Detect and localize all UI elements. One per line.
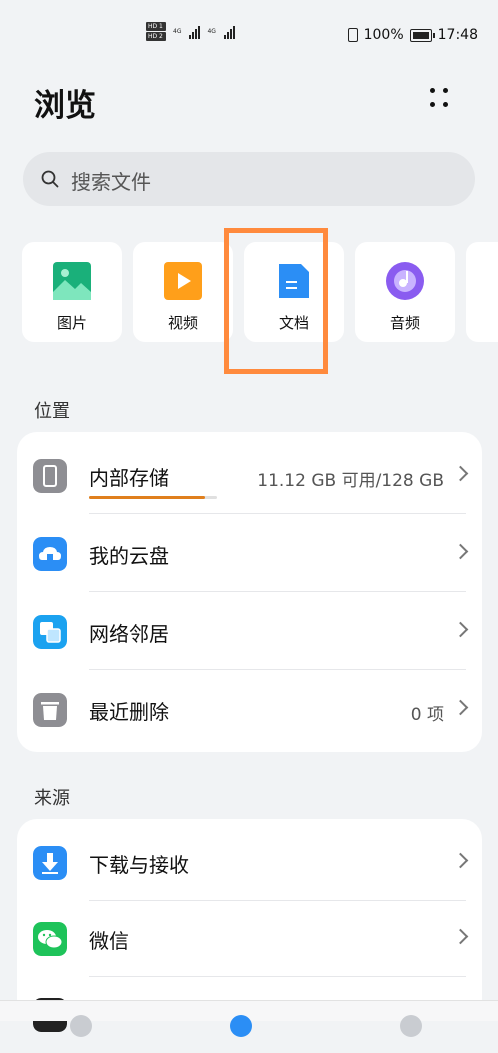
clock: 17:48 [437,27,478,43]
location-label: 最近删除 [89,700,169,724]
battery-icon [409,28,435,42]
recent-tab-icon[interactable] [70,1015,92,1037]
location-cloud-drive[interactable]: 我的云盘 [17,514,482,592]
net2-label: 4G [207,27,216,35]
category-more[interactable] [466,242,498,342]
location-internal-storage[interactable]: 内部存储 11.12 GB 可用/128 GB [17,436,482,514]
section-locations-header: 位置 [34,401,70,422]
bottom-nav [0,1000,498,1037]
category-label: 音频 [389,314,420,332]
wechat-icon [33,922,67,956]
status-right: 100% 17:48 [347,27,478,43]
category-images[interactable]: 图片 [22,242,122,342]
signal-icon-2 [223,25,235,39]
signal-icon [189,25,201,39]
chevron-right-icon [452,543,469,560]
storage-value: 11.12 GB 可用/128 GB [257,471,444,491]
locations-panel: 内部存储 11.12 GB 可用/128 GB 我的云盘 网络邻居 最近删除 0… [17,432,482,752]
sources-panel: 下载与接收 微信 [17,819,482,1032]
chevron-right-icon [452,928,469,945]
video-icon [164,262,202,300]
search-bar[interactable]: 搜索文件 [23,152,475,206]
location-label: 我的云盘 [89,544,169,568]
audio-icon [386,262,424,300]
section-sources-header: 来源 [34,788,70,809]
browse-tab-icon[interactable] [230,1015,252,1037]
search-placeholder: 搜索文件 [71,170,151,194]
location-network-neighborhood[interactable]: 网络邻居 [17,592,482,670]
network-icon [33,615,67,649]
phone-icon [33,459,67,493]
chevron-right-icon [452,621,469,638]
chevron-right-icon [452,699,469,716]
hd-badges: HD 1 HD 2 [146,22,166,41]
source-downloads[interactable]: 下载与接收 [17,823,482,901]
category-videos[interactable]: 视频 [133,242,233,342]
battery-percent: 100% [363,27,404,43]
deleted-count: 0 项 [410,705,444,725]
vibrate-icon [347,28,358,42]
search-icon [41,170,59,188]
category-audio[interactable]: 音频 [355,242,455,342]
download-icon [33,846,67,880]
settings-tab-icon[interactable] [400,1015,422,1037]
location-label: 网络邻居 [89,622,169,646]
status-bar: HD 1 HD 2 4G 4G 100% 17:48 [0,0,498,70]
category-label: 视频 [167,314,198,332]
storage-usage-bar [89,496,217,499]
location-recently-deleted[interactable]: 最近删除 0 项 [17,670,482,748]
source-label: 下载与接收 [89,853,189,877]
highlight-box [224,228,328,374]
chevron-right-icon [452,852,469,869]
source-wechat[interactable]: 微信 [17,899,482,977]
hd2-badge: HD 2 [146,32,166,41]
location-label: 内部存储 [89,466,169,490]
trash-icon [33,693,67,727]
category-label: 图片 [56,314,87,332]
page-title: 浏览 [34,88,96,124]
signal-group: HD 1 HD 2 4G 4G [146,22,235,41]
net1-label: 4G [173,27,182,35]
hd1-badge: HD 1 [146,22,166,31]
chevron-right-icon [452,465,469,482]
more-options-icon[interactable] [426,88,454,110]
image-icon [53,262,91,300]
source-label: 微信 [89,929,129,953]
cloud-icon [33,537,67,571]
